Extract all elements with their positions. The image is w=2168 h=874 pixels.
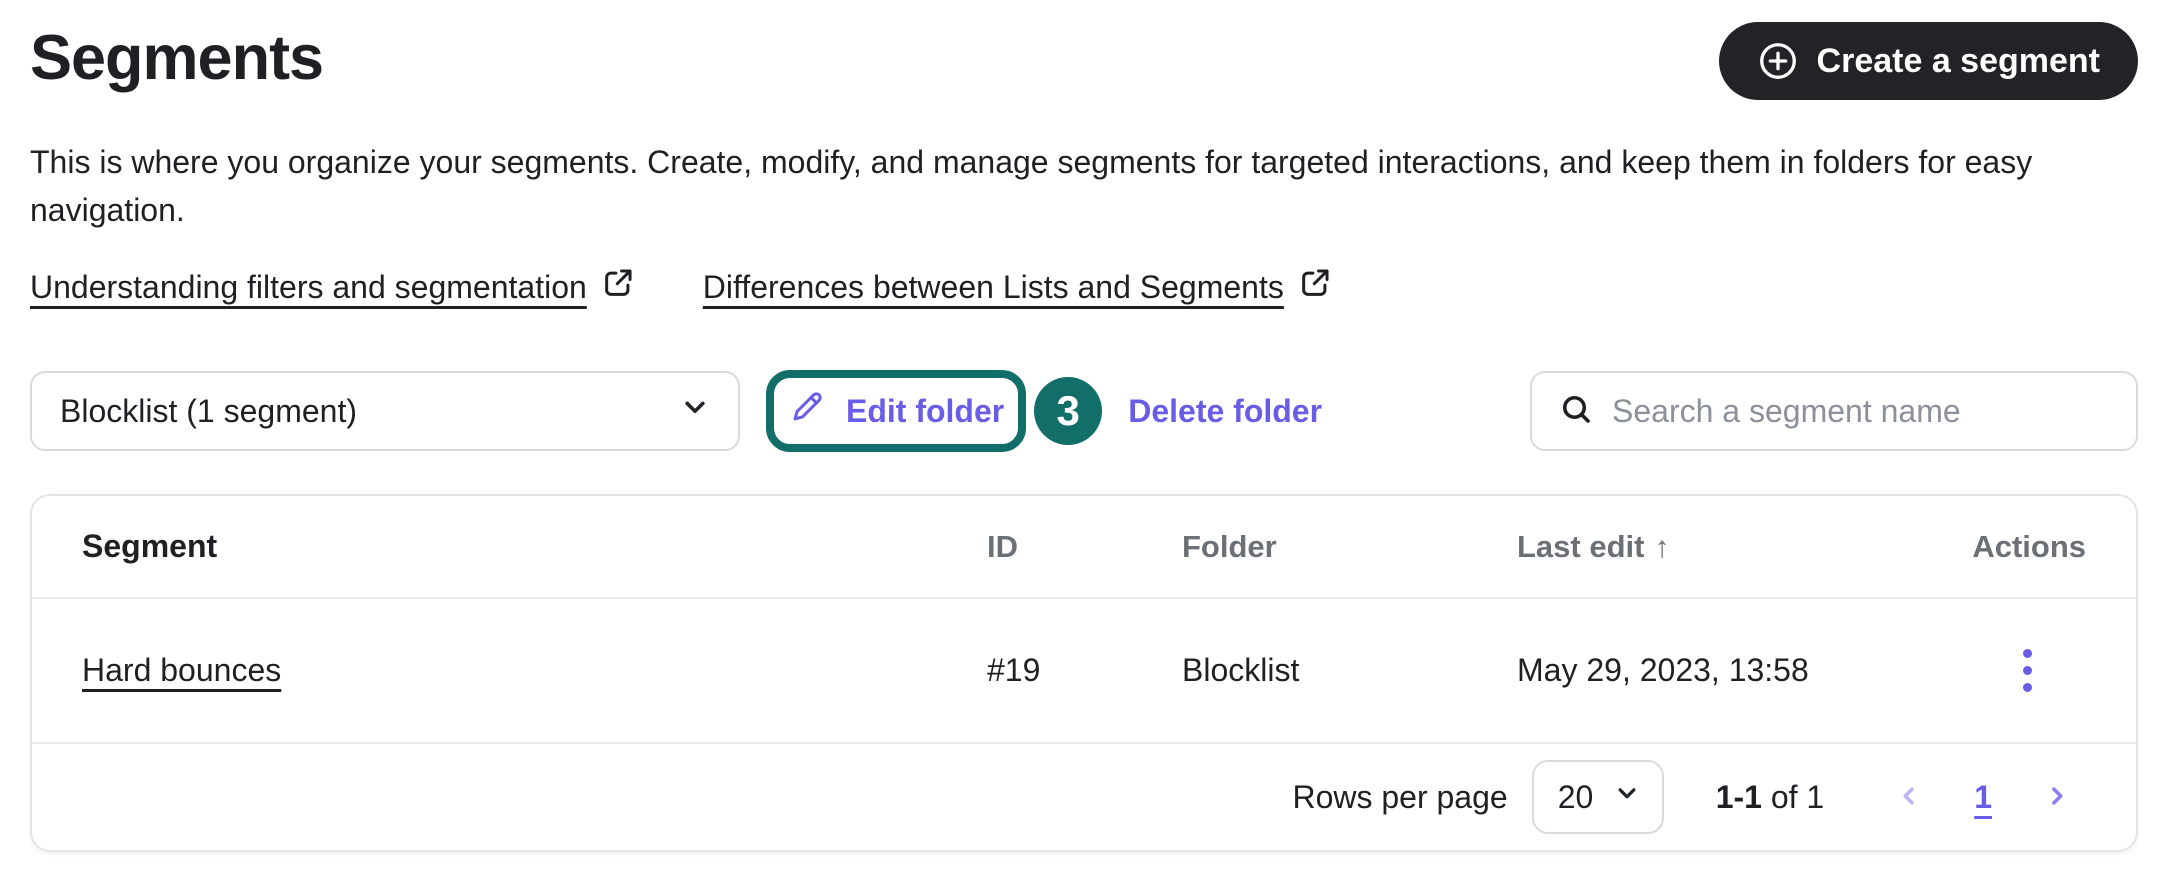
chevron-left-icon <box>1894 786 1924 814</box>
toolbar: Blocklist (1 segment) Edit folder 3 Dele… <box>30 370 2138 452</box>
cell-segment: Hard bounces <box>82 652 987 689</box>
page-header: Segments Create a segment <box>30 22 2138 100</box>
cell-last-edit: May 29, 2023, 13:58 <box>1517 652 1809 688</box>
create-segment-label: Create a segment <box>1816 41 2100 80</box>
table-row: Hard bounces #19 Blocklist May 29, 2023,… <box>32 599 2136 744</box>
column-header-actions: Actions <box>1972 528 2086 564</box>
segments-table: Segment ID Folder Last edit ↑ Actions Har… <box>30 494 2138 852</box>
pencil-icon <box>788 388 826 434</box>
external-link-icon <box>601 266 635 308</box>
column-header-segment: Segment <box>82 528 218 564</box>
pagination-range-total: of 1 <box>1770 778 1825 815</box>
sort-asc-icon: ↑ <box>1654 530 1670 564</box>
annotation-step-badge: 3 <box>1034 377 1103 445</box>
page-number-button[interactable]: 1 <box>1960 771 2006 824</box>
chevron-right-icon <box>2042 786 2072 814</box>
delete-folder-button[interactable]: Delete folder <box>1128 393 1322 430</box>
create-segment-button[interactable]: Create a segment <box>1718 22 2138 100</box>
link-lists-vs-segments[interactable]: Differences between Lists and Segments <box>703 266 1332 308</box>
edit-folder-button[interactable]: Edit folder <box>788 388 1004 434</box>
next-page-button[interactable] <box>2028 773 2086 822</box>
column-header-label: Last edit <box>1517 528 1645 564</box>
cell-folder: Blocklist <box>1182 652 1300 688</box>
doc-links: Understanding filters and segmentation D… <box>30 266 2138 308</box>
previous-page-button[interactable] <box>1880 773 1938 822</box>
page-title: Segments <box>30 23 324 93</box>
folder-select[interactable]: Blocklist (1 segment) <box>30 371 740 451</box>
column-header-id: ID <box>987 528 1018 564</box>
cell-actions <box>1892 643 2086 698</box>
external-link-icon <box>1298 266 1332 308</box>
annotation-highlight: Edit folder <box>766 370 1027 452</box>
link-understanding-filters[interactable]: Understanding filters and segmentation <box>30 266 635 308</box>
segment-search <box>1530 371 2138 451</box>
link-label: Differences between Lists and Segments <box>702 268 1284 305</box>
chevron-down-icon <box>678 390 712 432</box>
rows-per-page-value: 20 <box>1557 778 1594 815</box>
segments-page: Segments Create a segment This is where … <box>0 0 2168 874</box>
segment-name-link[interactable]: Hard bounces <box>82 652 281 688</box>
plus-circle-icon <box>1757 40 1799 82</box>
column-header-folder: Folder <box>1182 528 1277 564</box>
cell-id: #19 <box>987 652 1041 688</box>
table-header-row: Segment ID Folder Last edit ↑ Actions <box>32 496 2136 599</box>
pagination-range-current: 1-1 <box>1715 778 1762 815</box>
table-footer: Rows per page 20 1-1 of 1 1 <box>32 744 2136 850</box>
folder-select-value: Blocklist (1 segment) <box>60 392 357 429</box>
page-description: This is where you organize your segments… <box>30 144 2033 228</box>
rows-per-page-label: Rows per page <box>1292 778 1508 815</box>
search-icon <box>1558 391 1594 432</box>
chevron-down-icon <box>1612 778 1642 816</box>
row-actions-kebab-icon[interactable] <box>2017 643 2038 698</box>
link-label: Understanding filters and segmentation <box>30 268 587 305</box>
search-input[interactable] <box>1612 392 2110 430</box>
pagination-range: 1-1 of 1 <box>1716 779 1825 816</box>
edit-folder-label: Edit folder <box>846 392 1005 429</box>
rows-per-page-select[interactable]: 20 <box>1531 760 1664 834</box>
column-header-last-edit[interactable]: Last edit ↑ <box>1517 529 1892 565</box>
pager: 1 <box>1858 771 2086 824</box>
